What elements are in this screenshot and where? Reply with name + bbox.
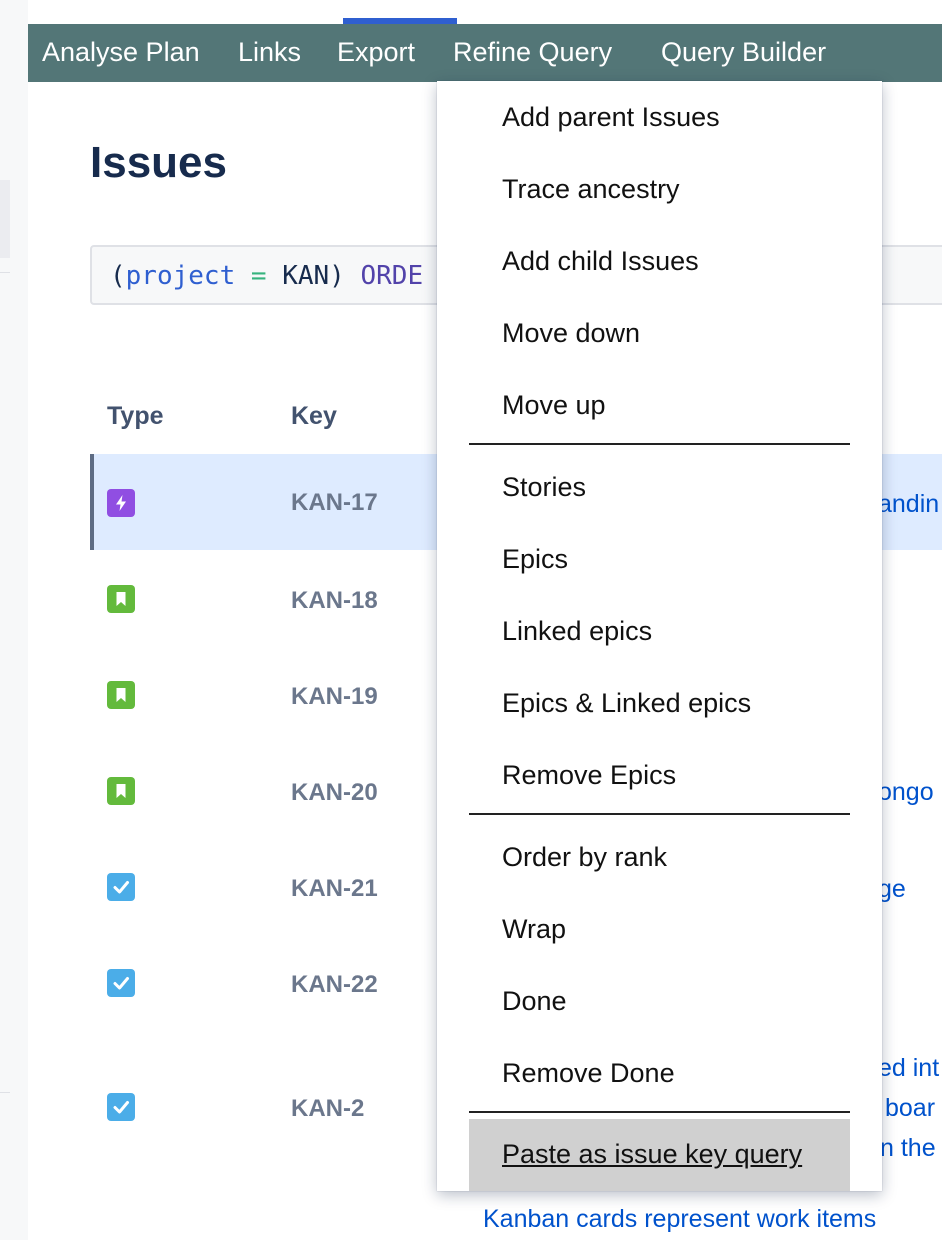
menu-item-add-child-issues[interactable]: Add child Issues — [502, 246, 699, 277]
menu-item-stories[interactable]: Stories — [502, 472, 586, 503]
task-icon — [107, 969, 135, 997]
issue-summary[interactable]: Kanban cards represent work items — [483, 1205, 876, 1234]
refine-query-menu: Add parent Issues Trace ancestry Add chi… — [437, 81, 882, 1191]
issue-key[interactable]: KAN-18 — [291, 587, 378, 615]
menu-item-epics[interactable]: Epics — [502, 544, 568, 575]
menu-divider — [469, 813, 850, 815]
menu-item-trace-ancestry[interactable]: Trace ancestry — [502, 174, 680, 205]
toolbar-query-builder[interactable]: Query Builder — [661, 24, 826, 82]
column-header-type[interactable]: Type — [107, 402, 164, 431]
menu-item-move-up[interactable]: Move up — [502, 390, 606, 421]
issue-key[interactable]: KAN-17 — [291, 489, 378, 517]
menu-item-order-by-rank[interactable]: Order by rank — [502, 842, 667, 873]
menu-item-add-parent-issues[interactable]: Add parent Issues — [502, 102, 720, 133]
issue-summary[interactable]: ongo — [878, 778, 934, 807]
toolbar-export[interactable]: Export — [337, 24, 415, 82]
sidebar-divider — [0, 272, 10, 273]
issue-key[interactable]: KAN-21 — [291, 875, 378, 903]
issue-summary[interactable]: boar — [885, 1094, 935, 1123]
menu-item-remove-done[interactable]: Remove Done — [502, 1058, 675, 1089]
column-header-key[interactable]: Key — [291, 402, 337, 431]
menu-divider — [469, 1111, 850, 1113]
menu-item-remove-epics[interactable]: Remove Epics — [502, 760, 676, 791]
menu-item-paste-as-issue-key-query[interactable]: Paste as issue key query — [469, 1119, 850, 1191]
epic-icon — [107, 489, 135, 517]
issue-summary[interactable]: andin — [878, 490, 939, 519]
issue-key[interactable]: KAN-2 — [291, 1095, 364, 1123]
toolbar-links[interactable]: Links — [238, 24, 301, 82]
query-value: KAN) — [282, 261, 345, 291]
sidebar-divider — [0, 1092, 10, 1093]
menu-item-linked-epics[interactable]: Linked epics — [502, 616, 652, 647]
menu-item-wrap[interactable]: Wrap — [502, 914, 566, 945]
toolbar-analyse-plan[interactable]: Analyse Plan — [42, 24, 200, 82]
query-operator: = — [250, 261, 267, 291]
sidebar-selected-item[interactable] — [0, 180, 10, 258]
toolbar: Analyse Plan Links Export Refine Query Q… — [28, 24, 942, 82]
menu-divider — [469, 443, 850, 445]
issue-key[interactable]: KAN-20 — [291, 779, 378, 807]
query-field: project — [125, 261, 236, 291]
toolbar-refine-query[interactable]: Refine Query — [453, 24, 612, 82]
query-order: ORDE — [360, 261, 424, 291]
story-icon — [107, 681, 135, 709]
left-sidebar — [0, 0, 29, 1240]
task-icon — [107, 1093, 135, 1121]
task-icon — [107, 873, 135, 901]
menu-item-epics-and-linked-epics[interactable]: Epics & Linked epics — [502, 688, 751, 719]
menu-item-label: Paste as issue key query — [502, 1139, 803, 1169]
issue-key[interactable]: KAN-19 — [291, 683, 378, 711]
top-bar — [28, 0, 942, 24]
issue-summary[interactable]: ed int — [878, 1054, 939, 1083]
page-title: Issues — [90, 138, 227, 187]
query-paren: ( — [110, 261, 126, 291]
issue-key[interactable]: KAN-22 — [291, 971, 378, 999]
menu-item-done[interactable]: Done — [502, 986, 567, 1017]
issue-summary[interactable]: ge — [878, 875, 906, 904]
story-icon — [107, 585, 135, 613]
story-icon — [107, 777, 135, 805]
menu-item-move-down[interactable]: Move down — [502, 318, 640, 349]
issue-summary[interactable]: n the — [880, 1134, 936, 1163]
